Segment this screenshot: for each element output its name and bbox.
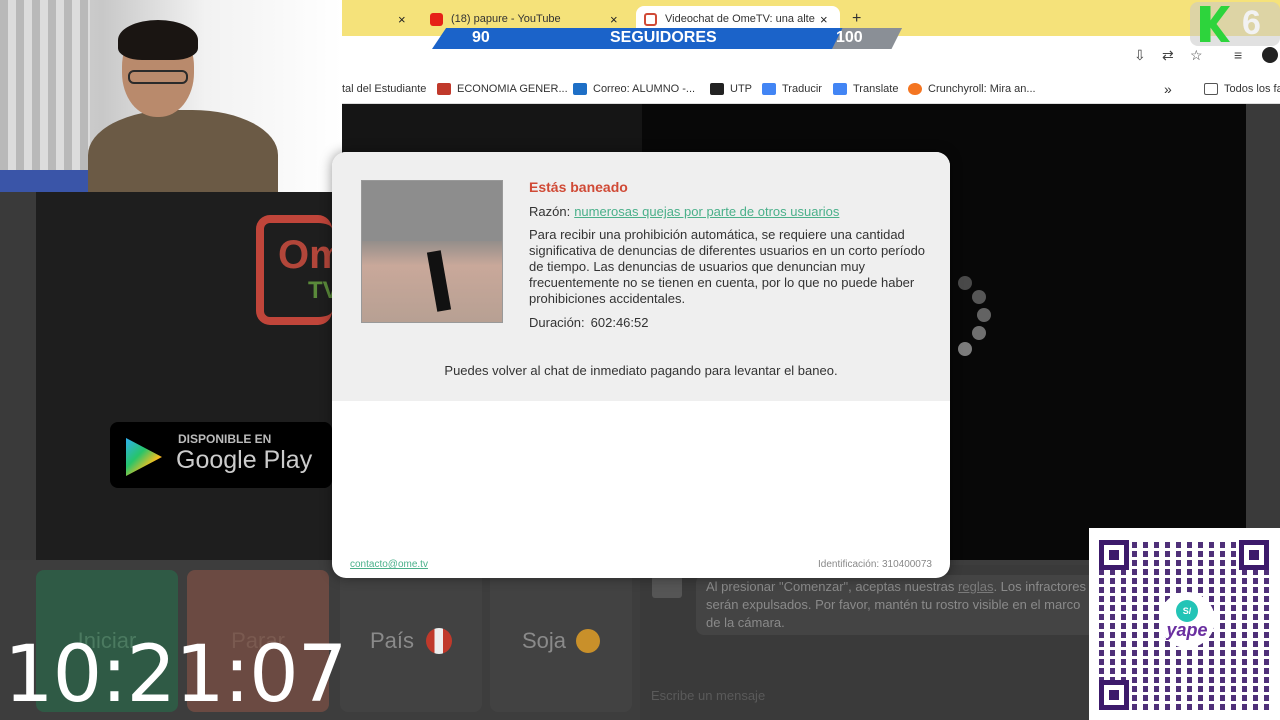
curtain [0,0,90,192]
yape-qr-code: S/ yape [1089,528,1280,720]
bookmark-label: Correo: ALUMNO -... [593,82,696,95]
bookmark-item[interactable]: ECONOMIA GENER... [437,82,568,95]
reason-link[interactable]: numerosas quejas por parte de otros usua… [574,204,839,219]
translate-icon [762,82,776,95]
bookmark-label: Todos los fa [1224,82,1280,95]
bookmark-label: Traducir [782,82,822,95]
store-big-text: Google Play [176,446,313,474]
bookmark-item[interactable]: Correo: ALUMNO -... [573,82,696,95]
yape-coin-icon: S/ [1176,599,1198,622]
yape-logo: S/ yape [1159,592,1215,648]
tab-label: Videochat de OmeTV: una alter [665,13,815,25]
rules-link[interactable]: reglas [958,579,993,594]
bookmarks-bar: tal del Estudiante ECONOMIA GENER... Cor… [342,74,1280,104]
more-bookmarks-button[interactable]: » [1164,81,1172,97]
bookmark-label: tal del Estudiante [342,82,427,95]
qr-finder [1099,540,1129,570]
clock-overlay: 10:21:07 [4,630,347,720]
country-label: País [369,628,415,653]
ban-reason: Razón: numerosas quejas por parte de otro… [529,204,839,219]
screen: × (18) papure - YouTube × Videochat de O… [0,0,1280,720]
translate-icon [833,82,847,95]
store-small-text: DISPONIBLE EN [178,432,272,446]
gender-selector[interactable]: Soja [490,570,632,712]
ometv-logo: Om TV [256,215,345,325]
duration-value: 602:46:52 [590,315,649,330]
close-icon[interactable]: × [820,12,828,27]
bookmark-item[interactable]: UTP [710,82,752,95]
google-play-icon [126,438,162,476]
system-message-text: Al presionar "Comenzar", aceptas nuestra… [706,578,1096,632]
ban-title: Estás baneado [529,179,628,195]
yape-wordmark: yape [1166,619,1208,640]
bookmark-item[interactable]: tal del Estudiante [342,83,426,95]
snapshot-strap [426,250,452,312]
crunchyroll-icon [908,82,922,95]
contact-link[interactable]: contacto@ome.tv [350,559,428,570]
profile-icon[interactable] [1262,47,1278,63]
close-icon[interactable]: × [398,12,406,27]
close-icon[interactable]: × [610,12,618,27]
gender-label: Soja [521,628,567,653]
kick-logo: 6 [1190,2,1280,46]
k-icon [1200,6,1230,42]
duration-label: Duración: [529,315,585,330]
translate-icon[interactable]: ⇄ [1162,47,1174,64]
tab-label: (18) papure - YouTube [451,13,561,25]
google-play-badge[interactable]: DISPONIBLE EN Google Play [110,422,332,488]
identification-text: Identificación: 310400073 [818,559,932,570]
outlook-icon [573,82,587,95]
message-text: Al presionar "Comenzar", aceptas nuestra… [706,579,955,594]
peru-flag-icon [426,628,453,654]
star-icon[interactable]: ☆ [1190,47,1203,64]
followers-label: SEGUIDORES [610,29,717,46]
ometv-icon [644,12,657,26]
bookmark-label: ECONOMIA GENER... [457,82,568,95]
pay-to-unban-text[interactable]: Puedes volver al chat de inmediato pagan… [332,363,950,378]
all-bookmarks-folder[interactable]: Todos los fa [1204,82,1280,95]
snapshot-shade [362,181,502,241]
media-icon[interactable]: ≡ [1234,47,1242,63]
reason-label: Razón: [529,204,571,219]
bookmark-label: Crunchyroll: Mira an... [928,82,1036,95]
followers-goal-bar: 90 SEGUIDORES 100 [432,28,902,49]
boy-emoji-icon [576,629,601,653]
qr-finder [1099,680,1129,710]
followers-current: 90 [472,29,490,46]
ometv-avatar [652,576,682,598]
logo-number: 6 [1242,4,1261,42]
bookmark-label: UTP [730,82,752,95]
ban-duration: Duración: 602:46:52 [529,315,648,330]
person-hoodie [88,110,278,192]
ban-modal: Estás baneado Razón: numerosas quejas por… [332,152,950,578]
country-selector[interactable]: País [340,570,482,712]
ban-description: Para recibir una prohibición automática,… [529,227,926,306]
qr-finder [1239,540,1269,570]
bookmark-item[interactable]: Traducir [762,82,822,95]
followers-goal: 100 [836,29,863,46]
bookmark-icon [437,82,451,95]
bookmark-item[interactable]: Crunchyroll: Mira an... [908,82,1036,95]
bed [0,170,100,192]
install-icon[interactable]: ⇩ [1134,47,1146,64]
youtube-icon [430,12,443,26]
ban-snapshot-image [361,180,503,323]
folder-icon [1204,82,1218,95]
bookmark-label: Translate [853,82,899,95]
chat-input[interactable]: Escribe un mensaje [651,688,765,703]
utp-icon [710,82,724,95]
streamer-webcam [0,0,342,192]
bookmark-item[interactable]: Translate [833,82,899,95]
person-glasses [128,70,188,84]
person-hair [118,20,198,60]
